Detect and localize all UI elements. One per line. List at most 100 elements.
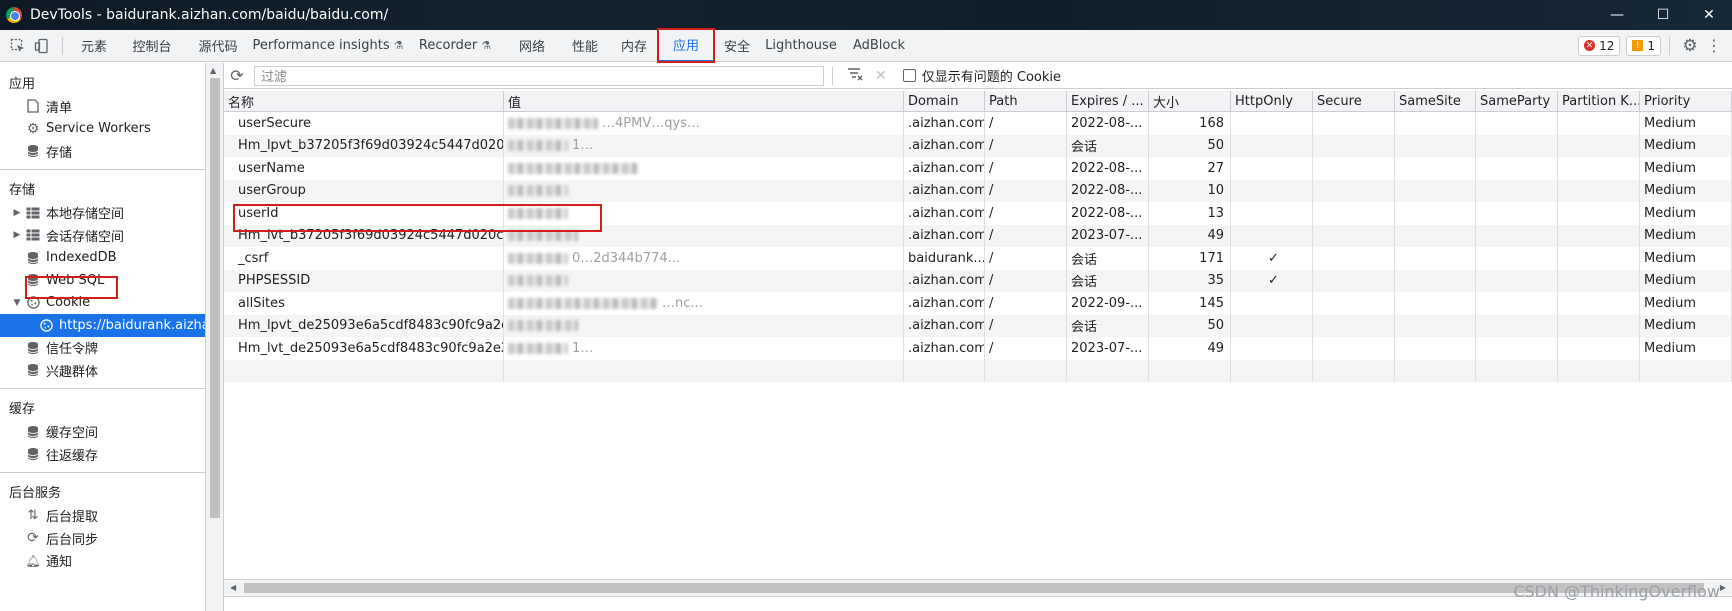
column-header-expires[interactable]: Expires / ... [1067, 91, 1149, 112]
scrollbar-thumb[interactable] [244, 583, 1704, 593]
settings-gear-icon[interactable]: ⚙ [1678, 34, 1702, 58]
horizontal-scrollbar[interactable]: ◀ ▶ [224, 579, 1732, 596]
sidebar-item-sb-app-2[interactable]: 存储 [0, 140, 205, 163]
maximize-icon[interactable]: ☐ [1640, 0, 1686, 30]
tab-sources[interactable]: 源代码 [187, 30, 249, 62]
sidebar-item-cookie-origin[interactable]: https://baidurank.aizhan.com [0, 314, 205, 337]
tab-memory[interactable]: 内存 [609, 30, 659, 62]
cell-size: 50 [1149, 134, 1231, 157]
table-row[interactable]: Hm_lpvt_b37205f3f69d03924c5447d020c... 1…… [224, 134, 1732, 157]
cell-httponly: ✓ [1231, 247, 1313, 270]
warning-count-badge[interactable]: ! 1 [1626, 35, 1661, 56]
cell-secure [1313, 157, 1395, 180]
cell-priority: Medium [1640, 179, 1732, 202]
table-row[interactable]: _csrf 0…2d344b774... baidurank... / 会话 171 ✓ Me… [224, 247, 1732, 270]
sidebar-divider [0, 168, 205, 170]
tab-recorder[interactable]: Recorder ⚗ [407, 30, 503, 62]
column-header-partition[interactable]: Partition K... [1558, 91, 1640, 112]
sidebar-scrollbar[interactable]: ▲ [206, 63, 224, 611]
sidebar-item-sb-bg-0[interactable]: ⇅ 后台提取 [0, 505, 205, 528]
table-row[interactable]: PHPSESSID .aizhan.com / 会话 35 ✓ Medium [224, 269, 1732, 292]
table-row[interactable]: userName .aizhan.com/2022-08-... 27 Medium [224, 157, 1732, 180]
sidebar-item-label: 后台提取 [46, 510, 99, 526]
minimize-icon[interactable]: — [1594, 0, 1640, 30]
sidebar-item-sb-storage-after-0[interactable]: 信任令牌 [0, 337, 205, 360]
redacted-value [508, 140, 568, 152]
cell-name: PHPSESSID [224, 269, 504, 292]
sidebar-item-sb-bg-2[interactable]: 🔔︎ 通知 [0, 550, 205, 573]
expand-right-icon[interactable]: ▶ [12, 208, 22, 218]
sidebar-item-indexeddb[interactable]: IndexedDB [0, 247, 205, 270]
column-header-size[interactable]: 大小 [1149, 91, 1231, 112]
tab-application[interactable]: 应用 [657, 27, 715, 63]
tab-security[interactable]: 安全 [713, 30, 761, 62]
delete-selected-icon[interactable]: ✕ [875, 68, 887, 84]
tab-network[interactable]: 网络 [503, 30, 561, 62]
column-header-samesite[interactable]: SameSite [1395, 91, 1476, 112]
column-header-priority[interactable]: Priority [1640, 91, 1732, 112]
table-row[interactable]: userGroup .aizhan.com/2022-08-... 10 Medium [224, 179, 1732, 202]
cell-samesite [1395, 202, 1476, 225]
scroll-up-icon[interactable]: ▲ [210, 66, 216, 75]
table-row[interactable]: allSites …nc... .aizhan.com/2022-09-... 145… [224, 292, 1732, 315]
column-header-value[interactable]: 值 [504, 91, 904, 112]
filter-input[interactable]: 过滤 [254, 65, 824, 86]
cell-samesite [1395, 247, 1476, 270]
cell-name: userGroup [224, 179, 504, 202]
sidebar-item-label: 往返缓存 [46, 448, 99, 464]
clear-filtered-cookies-icon[interactable] [847, 67, 863, 85]
cell-empty [1640, 359, 1732, 382]
toolbar-divider [1669, 36, 1670, 55]
column-header-secure[interactable]: Secure [1313, 91, 1395, 112]
tab-elements[interactable]: 元素 [71, 30, 117, 62]
sidebar-item-sb-cache-1[interactable]: 往返缓存 [0, 443, 205, 466]
expand-down-icon[interactable]: ▼ [12, 298, 22, 308]
error-count-badge[interactable]: ✕ 12 [1578, 35, 1621, 56]
column-header-name[interactable]: 名称 [224, 91, 504, 112]
tab-performance-insights[interactable]: Performance insights ⚗ [249, 30, 407, 62]
column-header-httponly[interactable]: HttpOnly [1231, 91, 1313, 112]
tab-adblock[interactable]: AdBlock [841, 30, 917, 62]
scroll-left-icon[interactable]: ◀ [230, 583, 236, 592]
only-issues-checkbox[interactable] [902, 69, 916, 82]
cell-priority: Medium [1640, 202, 1732, 225]
sidebar-item-service-workers[interactable]: ⚙ Service Workers [0, 118, 205, 141]
scrollbar-thumb[interactable] [210, 78, 220, 518]
cell-priority: Medium [1640, 157, 1732, 180]
column-header-domain[interactable]: Domain [904, 91, 985, 112]
table-row[interactable]: Hm_lpvt_de25093e6a5cdf8483c90fc9a2e2....… [224, 314, 1732, 337]
tab-lighthouse[interactable]: Lighthouse [761, 30, 841, 62]
sidebar-item-label: 信任令牌 [46, 342, 99, 358]
section-header-storage: 存储 [9, 183, 36, 198]
scroll-right-icon[interactable]: ▶ [1720, 583, 1726, 592]
table-row[interactable]: userSecure …4PMV…qys… .aizhan.com/2022-08-… [224, 112, 1732, 135]
sidebar-item-sb-app-0[interactable]: 清单 [0, 95, 205, 118]
sidebar-item-label: 存储 [46, 145, 73, 161]
more-options-icon[interactable]: ⋮ [1702, 34, 1726, 58]
cell-sameparty [1476, 202, 1558, 225]
close-icon[interactable]: ✕ [1686, 0, 1732, 30]
cell-size: 27 [1149, 157, 1231, 180]
inspect-element-icon[interactable] [6, 34, 30, 58]
column-header-sameparty[interactable]: SameParty [1476, 91, 1558, 112]
window-controls: — ☐ ✕ [1594, 0, 1732, 30]
sidebar-item-sb-storage-after-1[interactable]: 兴趣群体 [0, 359, 205, 382]
sidebar-item-sb-cache-0[interactable]: 缓存空间 [0, 421, 205, 444]
redacted-value [508, 342, 568, 354]
sidebar-item-sb-bg-1[interactable]: ⟳ 后台同步 [0, 527, 205, 550]
device-toolbar-icon[interactable] [30, 34, 54, 58]
column-header-path[interactable]: Path [985, 91, 1067, 112]
table-row[interactable]: Hm_lvt_de25093e6a5cdf8483c90fc9a2e2c... 1… [224, 337, 1732, 360]
cell-path: / [985, 179, 1067, 202]
cell-priority: Medium [1640, 314, 1732, 337]
devtools-tabbar: 元素 控制台 源代码 Performance insights ⚗ Recorder ⚗ 网络… [0, 27, 1732, 63]
cell-expires: 会话 [1067, 134, 1149, 157]
refresh-icon[interactable]: ⟳ [224, 66, 250, 85]
tab-console[interactable]: 控制台 [117, 30, 187, 62]
sidebar-item-sb-storage-1[interactable]: ▶ 会话存储空间 [0, 224, 205, 247]
tab-performance[interactable]: 性能 [561, 30, 609, 62]
expand-right-icon[interactable]: ▶ [12, 230, 22, 240]
cell-empty [985, 359, 1067, 382]
sidebar-item-sb-storage-0[interactable]: ▶ 本地存储空间 [0, 202, 205, 225]
cell-domain: .aizhan.com [904, 157, 985, 180]
